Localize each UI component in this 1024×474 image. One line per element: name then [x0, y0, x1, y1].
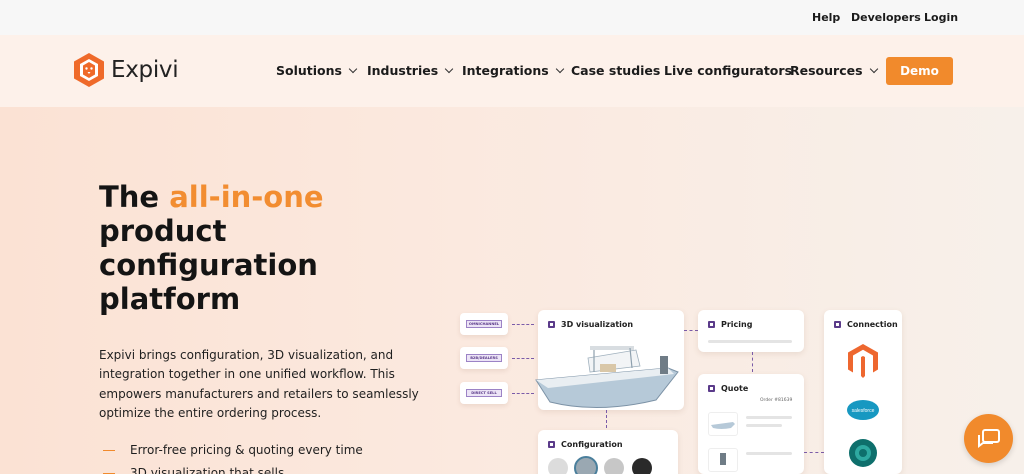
plug-icon [834, 321, 841, 328]
connector-arrow [512, 324, 534, 325]
salesforce-wordmark: salesforce [852, 408, 875, 414]
nav-integrations[interactable]: Integrations [462, 63, 564, 78]
lion-logo-icon [74, 53, 104, 87]
feature-bullet-text: 3D visualization that sells [130, 466, 285, 474]
connector-arrow [752, 352, 753, 372]
cube-icon [548, 321, 555, 328]
connection-title: Connection [847, 320, 898, 329]
chat-button[interactable] [964, 414, 1013, 463]
magento-icon [848, 344, 878, 378]
quote-item-thumb [708, 448, 738, 472]
engine-thumb-icon [720, 453, 726, 465]
pricing-card: Pricing [698, 310, 804, 352]
configuration-title: Configuration [561, 440, 623, 449]
channel-tag-label: OMNICHANNEL [466, 320, 502, 328]
connector-arrow [606, 410, 607, 428]
placeholder-line [746, 416, 792, 419]
logo[interactable]: Expivi [73, 53, 179, 87]
hero-lead: Expivi brings configuration, 3D visualiz… [99, 348, 419, 420]
pricing-card-title: Pricing [708, 320, 752, 329]
nav-resources[interactable]: Resources [790, 63, 878, 78]
channel-tag: B2B/DEALERS [460, 347, 508, 369]
connector-arrow [684, 330, 698, 331]
color-swatch[interactable] [548, 458, 568, 474]
headline-pre: The [99, 180, 170, 214]
main-nav: Expivi Solutions Industries Integrations… [0, 35, 1024, 107]
quote-title: Quote [721, 384, 749, 393]
nav-solutions-label: Solutions [276, 63, 342, 78]
demo-button[interactable]: Demo [886, 57, 953, 85]
nav-industries[interactable]: Industries [367, 63, 454, 78]
connection-card: Connection salesforce [824, 310, 902, 474]
chat-icon [977, 428, 1000, 448]
quote-card: Quote Order #81639 [698, 374, 804, 474]
visualization-title: 3D visualization [561, 320, 634, 329]
quote-order-number: Order #81639 [760, 398, 793, 403]
salesforce-icon: salesforce [847, 400, 879, 420]
feature-bullet: 3D visualization that sells [103, 466, 284, 474]
platform-diagram: OMNICHANNEL B2B/DEALERS DIRECT SELL 3D v… [456, 306, 916, 474]
boat-thumb-icon [711, 422, 735, 429]
color-swatch-selected[interactable] [574, 456, 598, 474]
nav-case-studies[interactable]: Case studies [571, 63, 660, 78]
nav-live-configurators[interactable]: Live configurators [664, 63, 792, 78]
nav-case-studies-label: Case studies [571, 63, 661, 78]
nav-integrations-label: Integrations [462, 63, 549, 78]
help-link[interactable]: Help [812, 11, 840, 24]
nav-resources-label: Resources [790, 63, 863, 78]
chevron-down-icon [555, 64, 564, 73]
brand-name: Expivi [111, 57, 179, 83]
connector-arrow [804, 452, 824, 453]
boat-image [535, 346, 679, 409]
configuration-card: Configuration [538, 430, 678, 474]
chevron-down-icon [444, 64, 454, 73]
dash-icon [103, 450, 115, 451]
visualization-card-title: 3D visualization [548, 320, 633, 329]
headline-post: product configuration platform [99, 214, 318, 316]
quote-item-thumb [708, 412, 738, 436]
channel-tag: OMNICHANNEL [460, 313, 508, 335]
document-icon [708, 385, 715, 392]
quote-card-title: Quote [708, 384, 748, 393]
developers-link[interactable]: Developers [851, 11, 921, 24]
configuration-card-title: Configuration [548, 440, 623, 449]
headline-accent: all-in-one [169, 180, 324, 214]
pricing-title: Pricing [721, 320, 753, 329]
login-link[interactable]: Login [924, 11, 958, 24]
visualization-card: 3D visualization [535, 310, 684, 410]
color-swatch[interactable] [632, 458, 652, 474]
nav-solutions[interactable]: Solutions [276, 63, 358, 78]
dynamics-icon [849, 439, 877, 467]
placeholder-line [746, 452, 792, 455]
utility-bar: Help Developers Login [0, 0, 1024, 35]
tag-icon [708, 321, 715, 328]
channel-tag-label: B2B/DEALERS [466, 354, 502, 362]
connection-card-title: Connection [834, 320, 898, 329]
nav-industries-label: Industries [367, 63, 439, 78]
hero-headline: The all-in-one product configuration pla… [99, 180, 419, 316]
chevron-down-icon [869, 64, 878, 73]
sliders-icon [548, 441, 555, 448]
feature-bullet: Error-free pricing & quoting every time [103, 443, 363, 457]
channel-tag-label: DIRECT SELL [466, 389, 502, 397]
nav-live-configurators-label: Live configurators [664, 63, 793, 78]
placeholder-line [708, 340, 792, 343]
channel-tag: DIRECT SELL [460, 382, 508, 404]
placeholder-line [746, 424, 782, 427]
chevron-down-icon [348, 64, 358, 73]
color-swatch[interactable] [604, 458, 624, 474]
feature-bullet-text: Error-free pricing & quoting every time [130, 443, 363, 457]
